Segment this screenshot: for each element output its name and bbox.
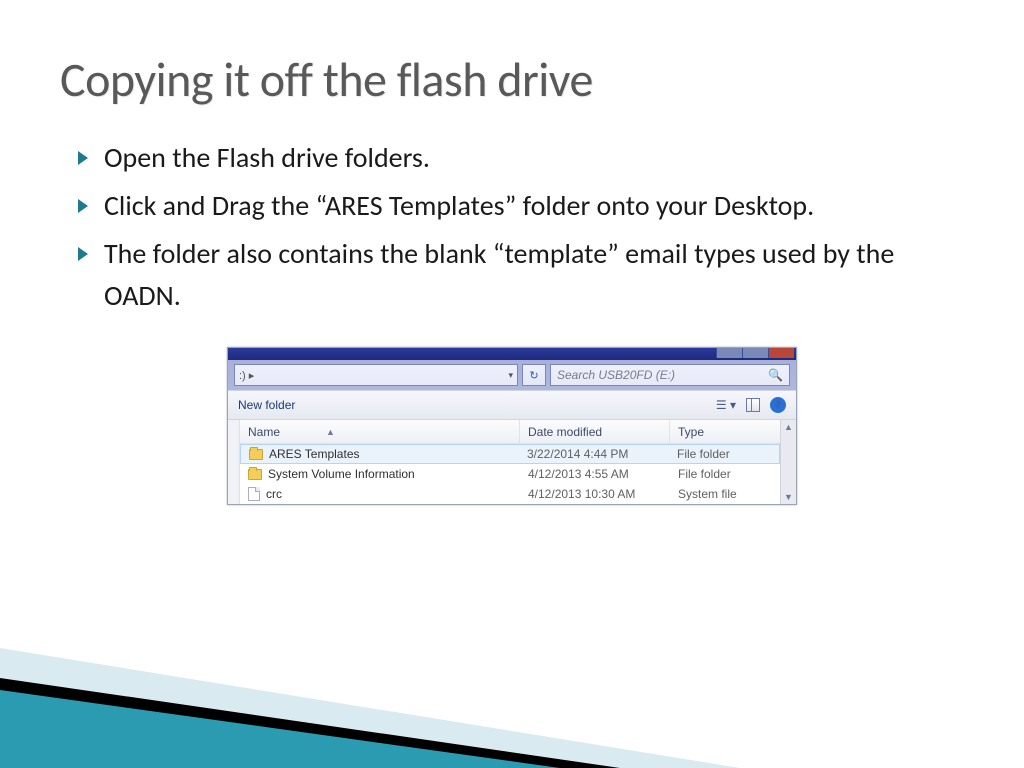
file-name: ARES Templates (269, 447, 360, 461)
slide-title: Copying it off the flash drive (60, 50, 964, 109)
explorer-body: Name ▲ Date modified Type ARES Templates… (228, 420, 796, 504)
bullet-list: Open the Flash drive folders. Click and … (60, 137, 964, 317)
slide: Copying it off the flash drive Open the … (0, 0, 1024, 768)
explorer-window: :) ▸ ▾ ↻ Search USB20FD (E:) 🔍 New folde… (227, 347, 797, 505)
column-name-label: Name (248, 425, 280, 439)
scrollbar[interactable]: ▲ ▼ (780, 420, 796, 504)
address-path: :) ▸ (239, 369, 254, 382)
nav-pane-sliver (228, 420, 240, 504)
maximize-button[interactable] (742, 348, 768, 358)
file-row[interactable]: ARES Templates 3/22/2014 4:44 PM File fo… (240, 444, 780, 464)
file-icon (248, 487, 260, 501)
minimize-button[interactable] (716, 348, 742, 358)
search-input[interactable]: Search USB20FD (E:) 🔍 (550, 364, 790, 386)
column-type[interactable]: Type (670, 420, 780, 443)
scroll-down-icon[interactable]: ▼ (784, 492, 793, 502)
view-button[interactable]: ☰ ▾ (716, 398, 736, 412)
file-type: File folder (669, 447, 779, 461)
column-name[interactable]: Name ▲ (240, 420, 520, 443)
decor-triangle (0, 690, 560, 768)
bullet-item: Open the Flash drive folders. (78, 137, 964, 179)
file-type: File folder (670, 467, 780, 481)
toolbar: New folder ☰ ▾ ? (228, 390, 796, 420)
column-date[interactable]: Date modified (520, 420, 670, 443)
file-row[interactable]: crc 4/12/2013 10:30 AM System file (240, 484, 780, 504)
sort-asc-icon: ▲ (326, 427, 335, 437)
address-bar-row: :) ▸ ▾ ↻ Search USB20FD (E:) 🔍 (228, 360, 796, 390)
folder-icon (249, 449, 263, 460)
file-date: 4/12/2013 10:30 AM (520, 487, 670, 501)
help-icon[interactable]: ? (770, 397, 786, 413)
bullet-item: Click and Drag the “ARES Templates” fold… (78, 185, 964, 227)
scroll-up-icon[interactable]: ▲ (784, 422, 793, 432)
column-headers[interactable]: Name ▲ Date modified Type (240, 420, 780, 444)
window-buttons (716, 348, 794, 358)
file-type: System file (670, 487, 780, 501)
address-bar[interactable]: :) ▸ ▾ (234, 364, 518, 386)
file-date: 3/22/2014 4:44 PM (519, 447, 669, 461)
address-dropdown-icon[interactable]: ▾ (508, 370, 513, 381)
search-placeholder: Search USB20FD (E:) (557, 368, 675, 382)
refresh-button[interactable]: ↻ (522, 364, 546, 386)
close-button[interactable] (768, 348, 794, 358)
folder-icon (248, 469, 262, 480)
file-date: 4/12/2013 4:55 AM (520, 467, 670, 481)
file-row[interactable]: System Volume Information 4/12/2013 4:55… (240, 464, 780, 484)
window-titlebar[interactable] (228, 348, 796, 360)
file-name: System Volume Information (268, 467, 415, 481)
search-icon[interactable]: 🔍 (768, 368, 783, 382)
new-folder-button[interactable]: New folder (238, 398, 295, 412)
file-name: crc (266, 487, 282, 501)
file-list: Name ▲ Date modified Type ARES Templates… (240, 420, 780, 504)
preview-pane-button[interactable] (746, 398, 760, 412)
bullet-item: The folder also contains the blank “temp… (78, 233, 964, 317)
